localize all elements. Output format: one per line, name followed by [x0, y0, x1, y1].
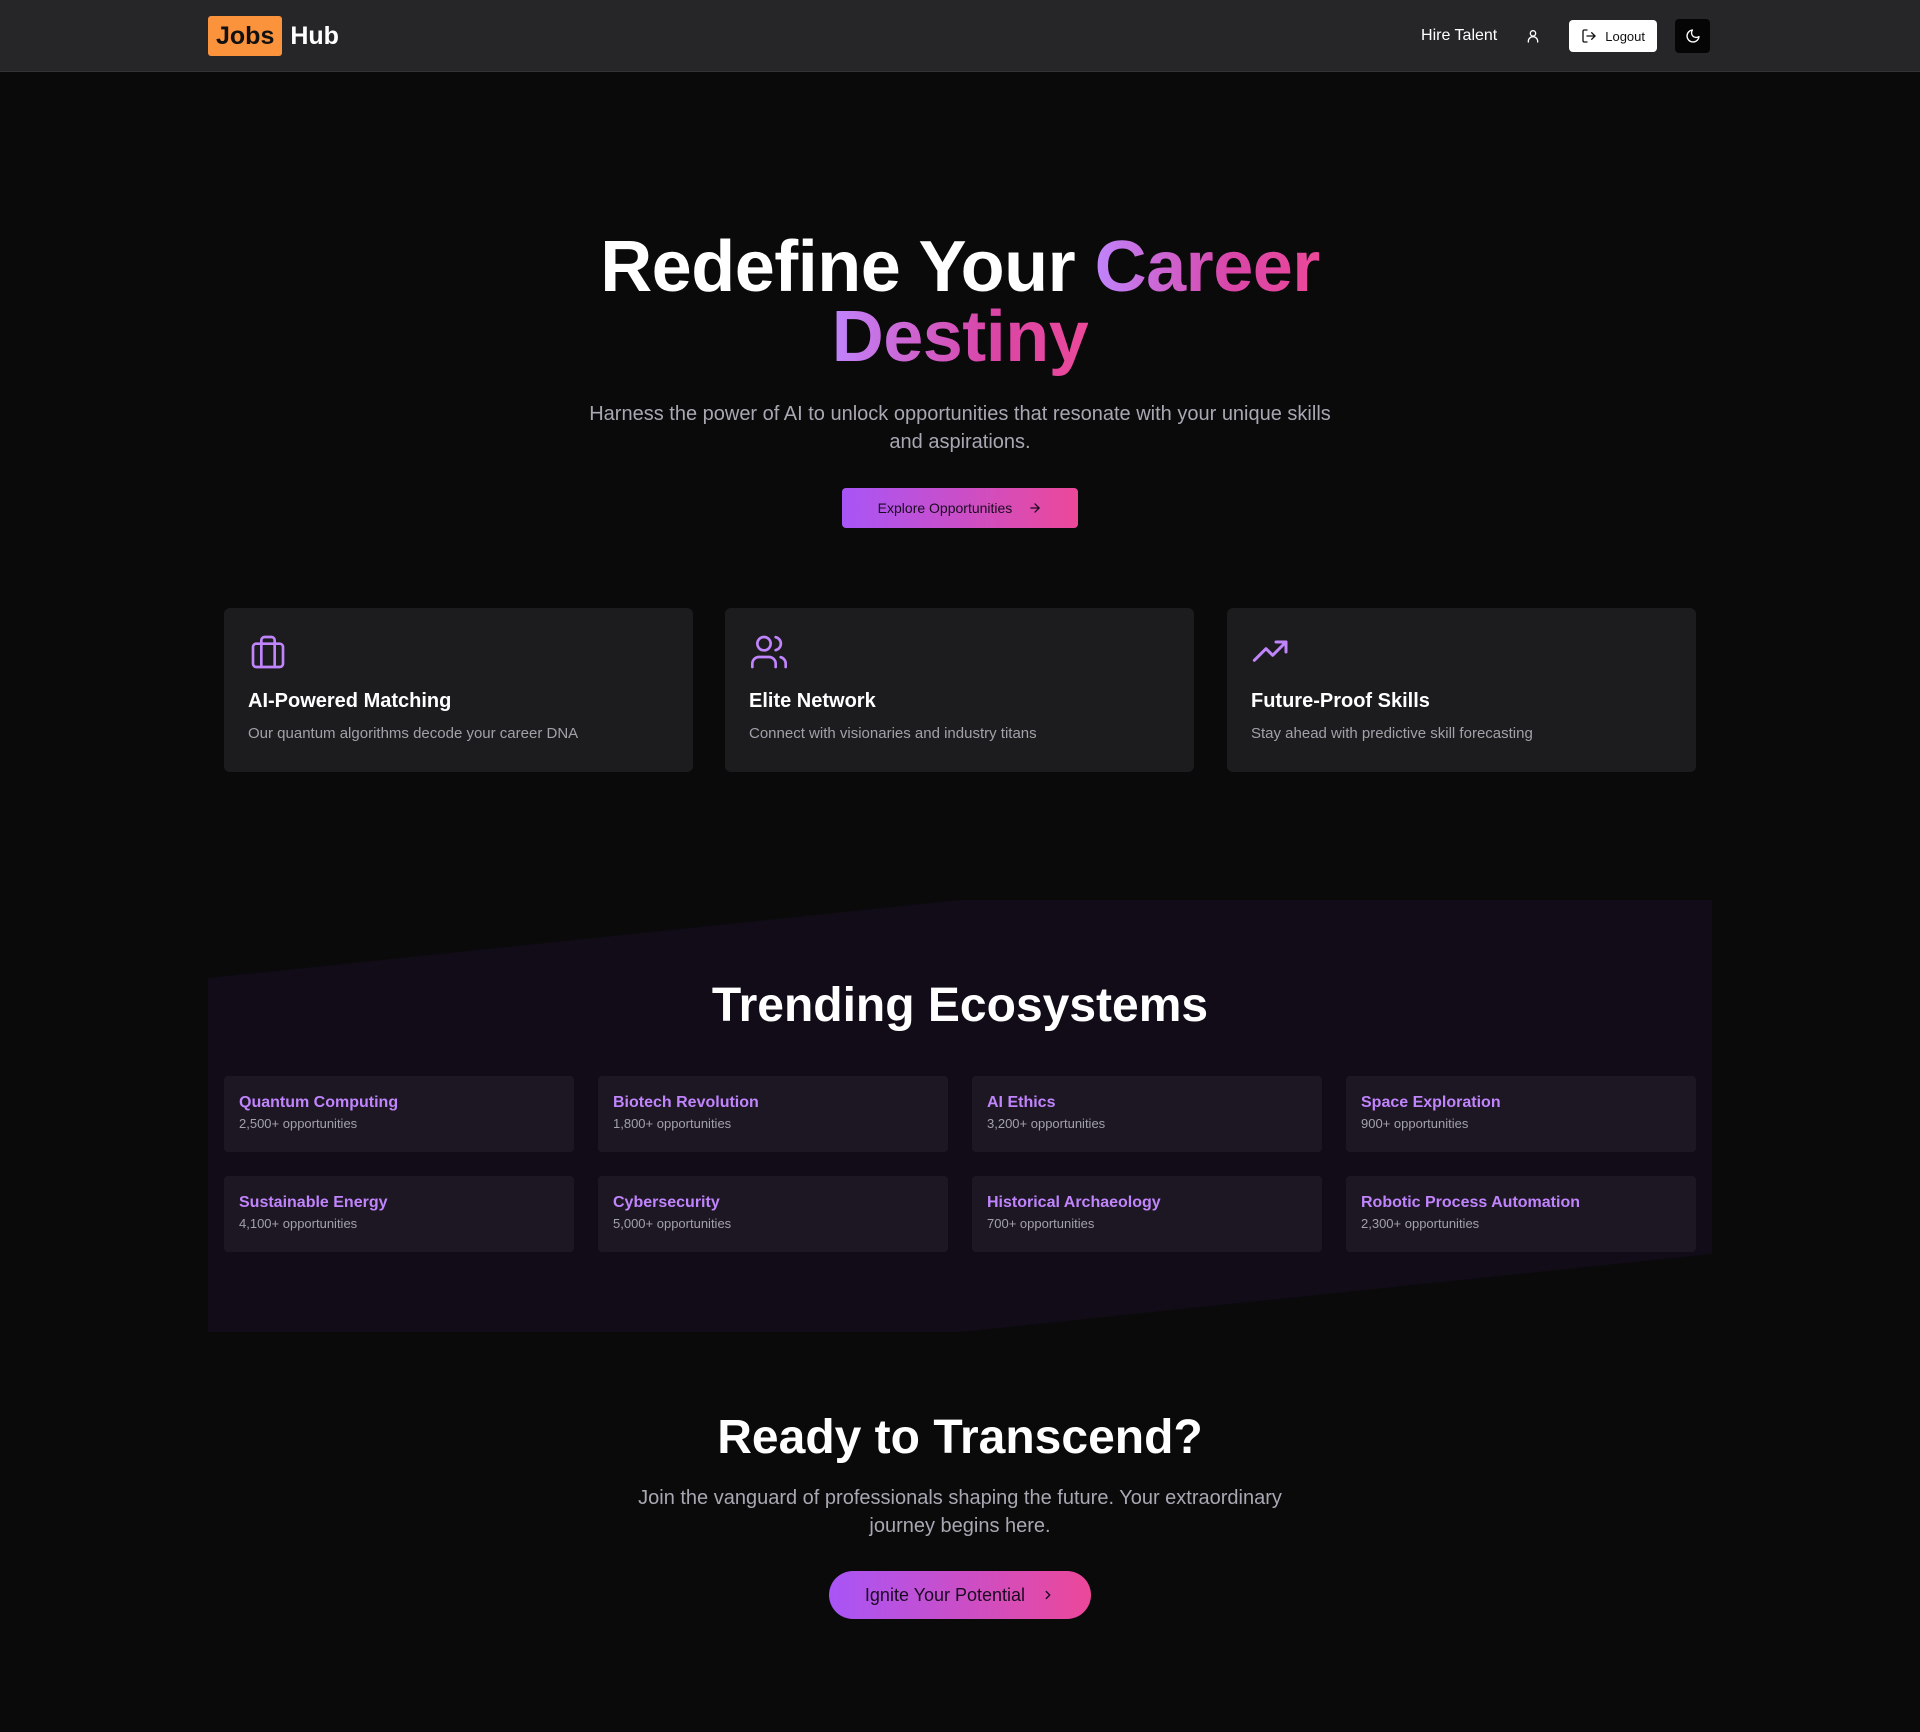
- feature-description: Stay ahead with predictive skill forecas…: [1251, 725, 1533, 742]
- ignite-label: Ignite Your Potential: [864, 1584, 1026, 1605]
- feature-description: Our quantum algorithms decode your caree…: [248, 725, 579, 742]
- logout-button[interactable]: Logout: [1569, 20, 1657, 52]
- ecosystem-count: 2,300+ opportunities: [1361, 1216, 1480, 1231]
- ecosystem-name: Cybersecurity: [613, 1194, 720, 1211]
- feature-title: Future-Proof Skills: [1251, 690, 1430, 712]
- ecosystem-card[interactable]: Space Exploration 900+ opportunities: [1346, 1076, 1696, 1152]
- ecosystem-card[interactable]: Cybersecurity 5,000+ opportunities: [598, 1176, 948, 1252]
- logo-primary: Jobs: [208, 16, 283, 56]
- ecosystem-count: 4,100+ opportunities: [239, 1216, 358, 1231]
- feature-card: Future-Proof Skills Stay ahead with pred…: [1227, 608, 1696, 772]
- feature-title: Elite Network: [749, 690, 876, 712]
- theme-toggle-button[interactable]: [1675, 19, 1710, 53]
- hero-title-part2: Career: [1094, 227, 1321, 307]
- cta-title: Ready to Transcend?: [717, 1411, 1203, 1464]
- user-icon[interactable]: [1523, 26, 1543, 46]
- moon-icon: [1685, 29, 1700, 43]
- ecosystem-count: 5,000+ opportunities: [613, 1216, 732, 1231]
- ecosystem-count: 3,200+ opportunities: [987, 1116, 1106, 1131]
- ecosystem-count: 900+ opportunities: [1361, 1116, 1469, 1131]
- hero-title-part1: Redefine Your: [600, 227, 1076, 307]
- ecosystem-name: AI Ethics: [987, 1094, 1056, 1111]
- hire-talent-link[interactable]: Hire Talent: [1421, 27, 1497, 45]
- trending-title: Trending Ecosystems: [711, 979, 1209, 1032]
- explore-opportunities-button[interactable]: Explore Opportunities: [842, 488, 1078, 528]
- chevron-right-icon: [1045, 1590, 1051, 1600]
- ignite-potential-button[interactable]: Ignite Your Potential: [829, 1571, 1091, 1619]
- ecosystem-name: Sustainable Energy: [239, 1194, 388, 1211]
- logout-icon: [1582, 29, 1596, 43]
- ecosystem-card[interactable]: Sustainable Energy 4,100+ opportunities: [224, 1176, 574, 1252]
- ecosystem-name: Biotech Revolution: [613, 1094, 759, 1111]
- users-icon: [749, 632, 789, 672]
- hero-subtitle: Harness the power of AI to unlock opport…: [589, 403, 1331, 453]
- ecosystem-name: Quantum Computing: [239, 1094, 399, 1111]
- trending-up-icon: [1251, 632, 1291, 672]
- ecosystem-name: Historical Archaeology: [987, 1194, 1161, 1211]
- ecosystem-count: 700+ opportunities: [987, 1216, 1095, 1231]
- ecosystem-card[interactable]: Quantum Computing 2,500+ opportunities: [224, 1076, 574, 1152]
- feature-title: AI-Powered Matching: [248, 690, 452, 712]
- top-navbar: Jobs Hub Hire Talent Logout: [0, 0, 1920, 72]
- explore-label: Explore Opportunities: [877, 500, 1013, 516]
- cta-subtitle: Join the vanguard of professionals shapi…: [638, 1487, 1282, 1537]
- logo[interactable]: Jobs Hub: [208, 16, 339, 56]
- logo-secondary: Hub: [290, 21, 339, 50]
- arrow-right-icon: [1030, 503, 1041, 513]
- ecosystem-card[interactable]: Historical Archaeology 700+ opportunitie…: [972, 1176, 1322, 1252]
- ecosystem-count: 1,800+ opportunities: [613, 1116, 732, 1131]
- hero-title: Redefine Your Career Destiny: [0, 231, 1920, 373]
- ecosystem-card[interactable]: Robotic Process Automation 2,300+ opport…: [1346, 1176, 1696, 1252]
- ecosystem-name: Robotic Process Automation: [1361, 1194, 1580, 1211]
- nav-actions: Hire Talent Logout: [1421, 19, 1710, 53]
- ecosystem-card[interactable]: AI Ethics 3,200+ opportunities: [972, 1076, 1322, 1152]
- briefcase-icon: [248, 632, 288, 672]
- ecosystem-count: 2,500+ opportunities: [239, 1116, 358, 1131]
- ecosystem-name: Space Exploration: [1361, 1094, 1501, 1111]
- feature-card: AI-Powered Matching Our quantum algorith…: [224, 608, 693, 772]
- ecosystem-card[interactable]: Biotech Revolution 1,800+ opportunities: [598, 1076, 948, 1152]
- hero-title-part3: Destiny: [831, 297, 1089, 377]
- logout-label: Logout: [1605, 28, 1645, 44]
- feature-card: Elite Network Connect with visionaries a…: [725, 608, 1194, 772]
- feature-description: Connect with visionaries and industry ti…: [749, 725, 1037, 742]
